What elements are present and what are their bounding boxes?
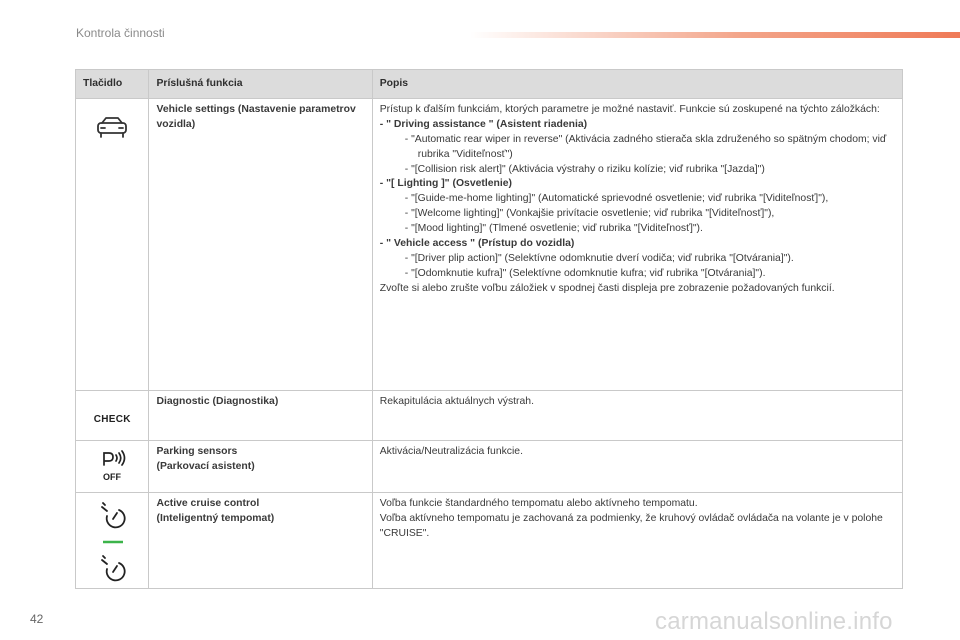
desc-group-vehicle-access: - " Vehicle access " (Prístup do vozidla… — [379, 237, 575, 249]
header-accent-bar — [470, 32, 960, 38]
desc-item: - "[Welcome lighting]" (Vonkajšie privít… — [404, 208, 775, 220]
button-cell — [74, 98, 150, 391]
button-cell — [74, 492, 150, 589]
desc-group-driving-assistance: - " Driving assistance " (Asistent riade… — [379, 118, 588, 130]
desc-line: Voľba aktívneho tempomatu je zachovaná z… — [379, 512, 883, 539]
section-title: Kontrola činnosti — [76, 26, 165, 40]
parking-sensors-off-icon: OFF — [103, 450, 126, 482]
desc-intro: Prístup k ďalším funkciám, ktorých param… — [379, 104, 880, 115]
page-number: 42 — [30, 612, 44, 626]
desc-item: - "[Guide-me-home lighting]" (Automatick… — [404, 193, 829, 205]
desc-item: - "[Driver plip action]" (Selektívne odo… — [404, 252, 794, 264]
desc-group-lighting: - "[ Lighting ]" (Osvetlenie) — [379, 178, 512, 190]
column-header-button: Tlačidlo — [74, 69, 150, 99]
function-cell: Parking sensors (Parkovací asistent) — [148, 440, 373, 493]
function-name-translation: (Parkovací asistent) — [156, 460, 255, 472]
check-button-label: CHECK — [93, 414, 131, 425]
function-cell: Vehicle settings (Nastavenie parametrov … — [148, 98, 373, 391]
description-cell: Prístup k ďalším funkciám, ktorých param… — [371, 98, 904, 391]
table-header-row: Tlačidlo Príslušná funkcia Popis — [74, 69, 904, 99]
controls-table: Tlačidlo Príslušná funkcia Popis Vehicle… — [74, 69, 904, 589]
off-label: OFF — [103, 472, 121, 482]
desc-item: - "[Collision risk alert]" (Aktivácia vý… — [404, 163, 765, 175]
function-name-translation: (Inteligentný tempomat) — [156, 512, 275, 524]
table-row: CHECK Diagnostic (Diagnostika) Rekapitul… — [74, 390, 904, 441]
watermark: carmanualsonline.info — [655, 608, 893, 635]
car-settings-icon — [97, 117, 128, 138]
column-header-function: Príslušná funkcia — [148, 69, 373, 99]
description-cell: Rekapitulácia aktuálnych výstrah. — [371, 390, 904, 441]
desc-item: - "[Mood lighting]" (Tlmené osvetlenie; … — [404, 223, 703, 234]
button-cell: OFF — [74, 440, 150, 493]
desc-outro: Zvoľte si alebo zrušte voľbu záložiek v … — [379, 282, 835, 294]
table-row: OFF Parking sensors (Parkovací asistent)… — [74, 440, 904, 493]
table-row: Vehicle settings (Nastavenie parametrov … — [74, 98, 904, 391]
table-row: Active cruise control (Inteligentný temp… — [74, 492, 904, 589]
function-cell: Active cruise control (Inteligentný temp… — [148, 492, 373, 589]
desc-line: Voľba funkcie štandardného tempomatu ale… — [379, 498, 698, 509]
function-cell: Diagnostic (Diagnostika) — [148, 390, 373, 441]
function-name: Parking sensors — [156, 446, 238, 457]
function-name: Active cruise control — [156, 498, 260, 509]
button-cell: CHECK — [74, 390, 150, 441]
column-header-description: Popis — [371, 69, 904, 99]
cruise-control-icon — [101, 502, 126, 582]
description-cell: Aktivácia/Neutralizácia funkcie. — [371, 440, 904, 493]
desc-item: - "[Odomknutie kufra]" (Selektívne odomk… — [404, 267, 766, 279]
description-cell: Voľba funkcie štandardného tempomatu ale… — [371, 492, 904, 589]
desc-item: - "Automatic rear wiper in reverse" (Akt… — [404, 133, 887, 160]
